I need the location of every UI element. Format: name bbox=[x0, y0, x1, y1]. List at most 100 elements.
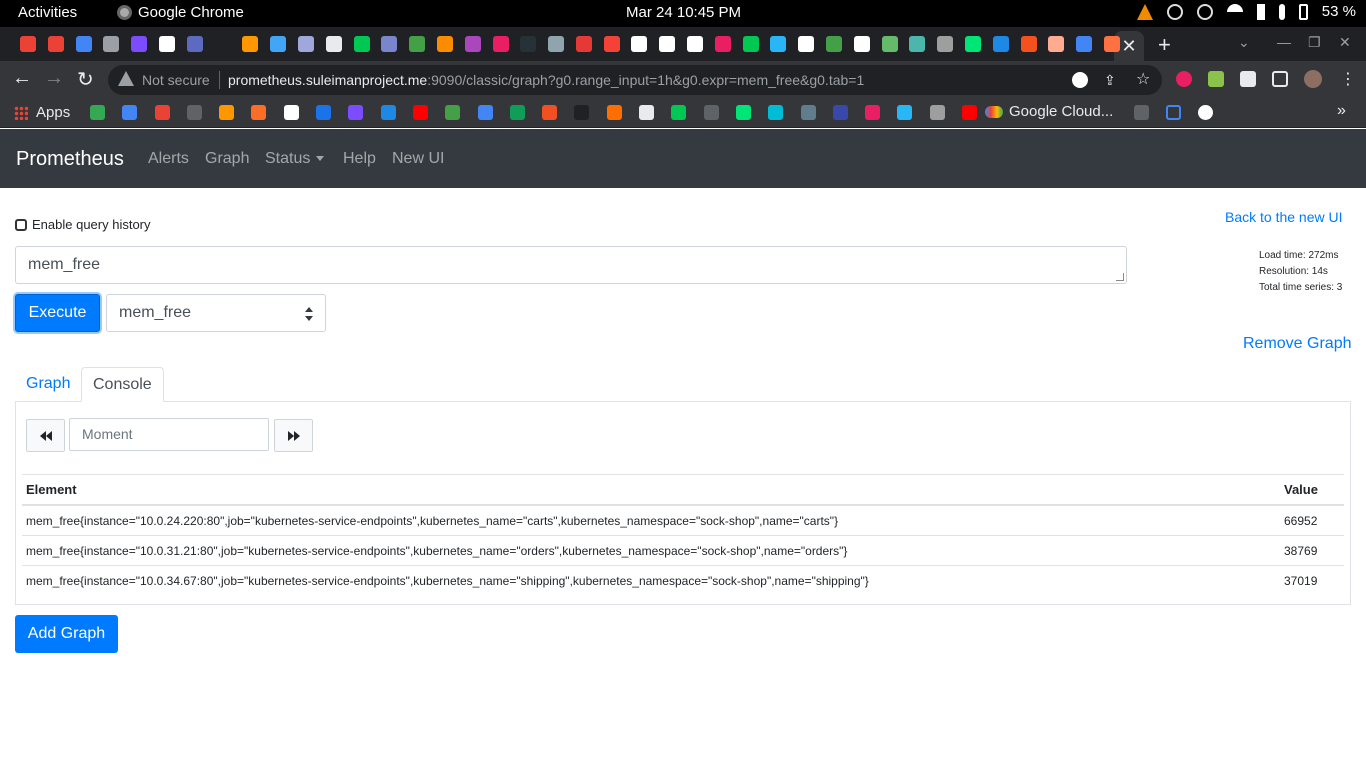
tab-favicon-icon[interactable] bbox=[326, 36, 342, 52]
tab-favicon-icon[interactable] bbox=[242, 36, 258, 52]
url-text[interactable]: prometheus.suleimanproject.me:9090/class… bbox=[228, 72, 864, 88]
bookmark-favicon-icon[interactable] bbox=[251, 105, 266, 120]
tab-favicon-icon[interactable] bbox=[659, 36, 675, 52]
resize-handle[interactable] bbox=[1116, 273, 1124, 281]
tab-favicon-icon[interactable] bbox=[743, 36, 759, 52]
bookmark-icon[interactable] bbox=[1166, 105, 1181, 120]
tab-favicon-icon[interactable] bbox=[1104, 36, 1120, 52]
bookmark-favicon-icon[interactable] bbox=[736, 105, 751, 120]
bookmark-favicon-icon[interactable] bbox=[897, 105, 912, 120]
more-bookmarks-icon[interactable]: » bbox=[1337, 102, 1346, 120]
google-lens-icon[interactable] bbox=[1072, 72, 1088, 88]
bookmark-star-icon[interactable]: ☆ bbox=[1136, 69, 1152, 88]
tab-favicon-icon[interactable] bbox=[215, 36, 231, 52]
bookmark-favicon-icon[interactable] bbox=[574, 105, 589, 120]
tab-favicon-icon[interactable] bbox=[159, 36, 175, 52]
folder-icon[interactable] bbox=[1134, 105, 1149, 120]
tab-favicon-icon[interactable] bbox=[298, 36, 314, 52]
execute-button[interactable]: Execute bbox=[15, 294, 100, 332]
tab-favicon-icon[interactable] bbox=[576, 36, 592, 52]
address-bar[interactable]: Not secure prometheus.suleimanproject.me… bbox=[108, 65, 1162, 95]
bookmark-favicon-icon[interactable] bbox=[865, 105, 880, 120]
bookmark-favicon-icon[interactable] bbox=[542, 105, 557, 120]
tab-favicon-icon[interactable] bbox=[20, 36, 36, 52]
activities-button[interactable]: Activities bbox=[18, 4, 77, 21]
tab-favicon-icon[interactable] bbox=[1048, 36, 1064, 52]
back-to-new-ui-link[interactable]: Back to the new UI bbox=[1225, 209, 1343, 225]
bookmark-favicon-icon[interactable] bbox=[348, 105, 363, 120]
remove-graph-link[interactable]: Remove Graph bbox=[1243, 335, 1352, 353]
tab-favicon-icon[interactable] bbox=[437, 36, 453, 52]
bookmark-favicon-icon[interactable] bbox=[122, 105, 137, 120]
tab-favicon-icon[interactable] bbox=[909, 36, 925, 52]
menu-kebab-icon[interactable]: ⋮ bbox=[1340, 69, 1356, 89]
globe-icon[interactable] bbox=[1198, 105, 1213, 120]
bookmark-favicon-icon[interactable] bbox=[284, 105, 299, 120]
prometheus-brand[interactable]: Prometheus bbox=[16, 148, 124, 171]
slack-icon[interactable] bbox=[1166, 3, 1183, 20]
tab-favicon-icon[interactable] bbox=[354, 36, 370, 52]
bookmark-favicon-icon[interactable] bbox=[930, 105, 945, 120]
tab-favicon-icon[interactable] bbox=[854, 36, 870, 52]
bookmark-favicon-icon[interactable] bbox=[413, 105, 428, 120]
tab-graph[interactable]: Graph bbox=[15, 367, 81, 402]
tab-search-icon[interactable]: ⌄ bbox=[1238, 34, 1250, 51]
tab-favicon-icon[interactable] bbox=[1021, 36, 1037, 52]
vlc-icon[interactable] bbox=[1136, 3, 1153, 20]
puzzle-icon[interactable] bbox=[1240, 71, 1256, 87]
bookmark-favicon-icon[interactable] bbox=[445, 105, 460, 120]
app-menu[interactable]: Google Chrome bbox=[117, 4, 244, 21]
share-icon[interactable]: ⇪ bbox=[1104, 72, 1120, 88]
tab-favicon-icon[interactable] bbox=[465, 36, 481, 52]
bookmark-favicon-icon[interactable] bbox=[155, 105, 170, 120]
bookmark-favicon-icon[interactable] bbox=[639, 105, 654, 120]
tab-favicon-icon[interactable] bbox=[493, 36, 509, 52]
moment-back-button[interactable] bbox=[26, 419, 65, 452]
bookmark-favicon-icon[interactable] bbox=[381, 105, 396, 120]
tab-favicon-icon[interactable] bbox=[631, 36, 647, 52]
bookmark-favicon-icon[interactable] bbox=[704, 105, 719, 120]
nav-help[interactable]: Help bbox=[343, 150, 376, 168]
bookmark-favicon-icon[interactable] bbox=[607, 105, 622, 120]
back-arrow-icon[interactable]: ← bbox=[12, 67, 32, 90]
tab-favicon-icon[interactable] bbox=[270, 36, 286, 52]
nav-new-ui[interactable]: New UI bbox=[392, 150, 444, 168]
forward-arrow-icon[interactable]: → bbox=[44, 67, 64, 90]
clock[interactable]: Mar 24 10:45 PM bbox=[626, 4, 741, 21]
moment-forward-button[interactable] bbox=[274, 419, 313, 452]
bookmark-favicon-icon[interactable] bbox=[187, 105, 202, 120]
bookmark-favicon-icon[interactable] bbox=[833, 105, 848, 120]
tab-favicon-icon[interactable] bbox=[520, 36, 536, 52]
metric-select[interactable]: mem_free bbox=[106, 294, 326, 332]
tab-favicon-icon[interactable] bbox=[103, 36, 119, 52]
close-window-icon[interactable]: ✕ bbox=[1339, 34, 1351, 51]
warning-icon[interactable] bbox=[118, 71, 134, 86]
tab-console[interactable]: Console bbox=[81, 367, 164, 402]
system-tray[interactable]: 53 % bbox=[1136, 3, 1356, 20]
google-cloud-bookmark[interactable]: Google Cloud... bbox=[985, 103, 1113, 120]
tab-favicon-icon[interactable] bbox=[798, 36, 814, 52]
bookmark-favicon-icon[interactable] bbox=[316, 105, 331, 120]
bookmark-favicon-icon[interactable] bbox=[90, 105, 105, 120]
tab-favicon-icon[interactable] bbox=[826, 36, 842, 52]
tab-favicon-icon[interactable] bbox=[1076, 36, 1092, 52]
query-history-checkbox[interactable] bbox=[15, 218, 27, 231]
extension-icon[interactable] bbox=[1176, 71, 1192, 87]
bookmark-favicon-icon[interactable] bbox=[478, 105, 493, 120]
tab-favicon-icon[interactable] bbox=[409, 36, 425, 52]
nav-status[interactable]: Status bbox=[265, 150, 325, 168]
apps-bookmark[interactable]: Apps bbox=[14, 104, 70, 121]
tab-favicon-icon[interactable] bbox=[715, 36, 731, 52]
reload-icon[interactable]: ↻ bbox=[77, 67, 94, 92]
bookmark-favicon-icon[interactable] bbox=[801, 105, 816, 120]
bookmark-favicon-icon[interactable] bbox=[671, 105, 686, 120]
tab-favicon-icon[interactable] bbox=[381, 36, 397, 52]
query-history-toggle[interactable]: Enable query history bbox=[15, 217, 151, 232]
bookmark-favicon-icon[interactable] bbox=[768, 105, 783, 120]
security-label[interactable]: Not secure bbox=[142, 72, 210, 88]
tab-favicon-icon[interactable] bbox=[76, 36, 92, 52]
tab-favicon-icon[interactable] bbox=[882, 36, 898, 52]
tab-favicon-icon[interactable] bbox=[48, 36, 64, 52]
bookmark-favicon-icon[interactable] bbox=[510, 105, 525, 120]
tab-favicon-icon[interactable] bbox=[187, 36, 203, 52]
